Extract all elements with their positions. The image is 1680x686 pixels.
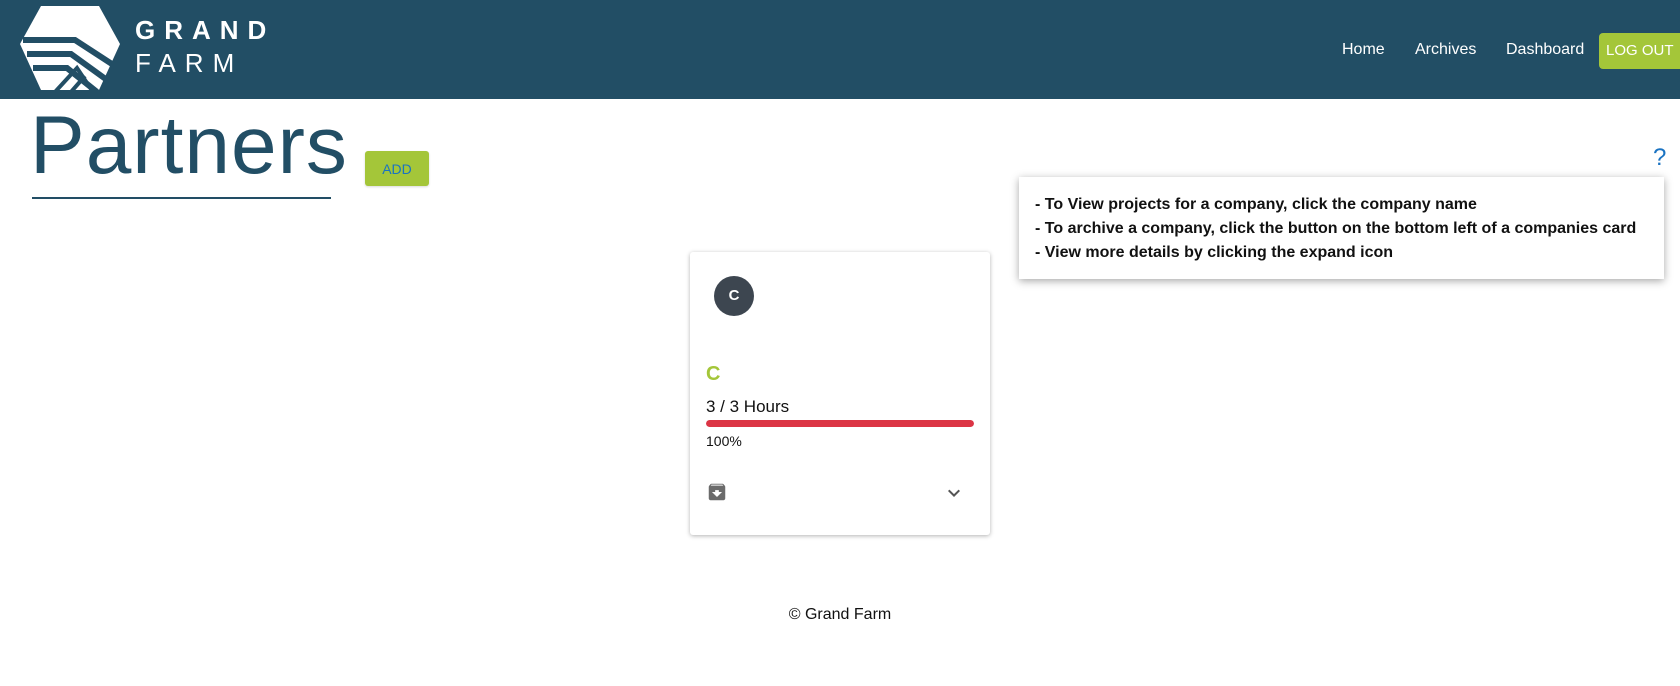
help-tip: - View more details by clicking the expa… <box>1035 244 1394 261</box>
logout-button[interactable]: LOG OUT <box>1599 33 1680 69</box>
hours-text: 3 / 3 Hours <box>706 397 790 416</box>
company-name-link[interactable]: C <box>706 362 720 386</box>
nav-dashboard-link[interactable]: Dashboard <box>1506 38 1584 62</box>
nav-archives-link[interactable]: Archives <box>1415 38 1476 62</box>
header-bar: GRAND FARM Home Archives Dashboard LOG O… <box>0 0 1680 99</box>
hours-progress-bar <box>706 420 974 427</box>
nav-home-link[interactable]: Home <box>1342 38 1385 62</box>
percent-text: 100% <box>706 433 742 449</box>
progress-fill <box>706 420 974 427</box>
add-partner-button[interactable]: ADD <box>365 151 429 186</box>
archive-icon[interactable] <box>706 481 728 503</box>
page-title: Partners <box>30 100 348 191</box>
avatar: C <box>714 276 754 316</box>
footer-copyright: © Grand Farm <box>788 606 892 623</box>
partner-card: C C 3 / 3 Hours 100% <box>690 252 990 535</box>
brand-name-line1: GRAND <box>135 15 276 45</box>
chevron-down-icon[interactable] <box>942 481 966 505</box>
brand-name-line2: FARM <box>135 48 244 78</box>
help-tooltip: - To View projects for a company, click … <box>1019 177 1664 279</box>
help-icon[interactable]: ? <box>1653 144 1666 172</box>
help-tip: - To archive a company, click the button… <box>1035 220 1637 237</box>
title-underline <box>32 197 331 199</box>
help-tip: - To View projects for a company, click … <box>1035 196 1477 213</box>
grand-farm-logo-icon[interactable] <box>19 4 121 92</box>
